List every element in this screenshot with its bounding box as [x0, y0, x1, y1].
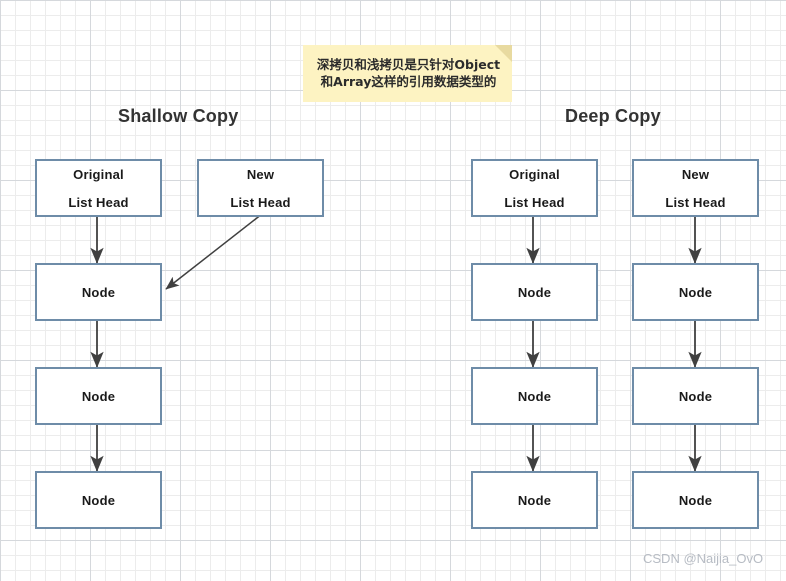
diagram-canvas: 深拷贝和浅拷贝是只针对Object 和Array这样的引用数据类型的 Shall…: [0, 0, 786, 581]
sticky-note-line-2: 和Array这样的引用数据类型的: [320, 74, 497, 89]
deep-original-node-1-label: Node: [517, 284, 552, 300]
deep-new-node-2-label: Node: [678, 388, 713, 404]
shallow-new-head-line-2: List Head: [230, 194, 291, 210]
deep-original-node-3-label: Node: [517, 492, 552, 508]
shallow-original-head-line-2: List Head: [68, 194, 129, 210]
section-title-deep-copy: Deep Copy: [565, 106, 661, 126]
shallow-original-head-line-1: Original: [73, 166, 124, 182]
deep-new-node-2: Node: [632, 367, 759, 425]
watermark: CSDN @Naijia_OvO: [643, 551, 764, 566]
deep-new-head-line-2: List Head: [665, 194, 726, 210]
deep-new-list-head-box: New List Head: [632, 159, 759, 217]
deep-new-head-line-1: New: [681, 166, 710, 182]
shallow-original-node-3: Node: [35, 471, 162, 529]
shallow-original-node-1-label: Node: [81, 284, 116, 300]
shallow-new-list-head-box: New List Head: [197, 159, 324, 217]
deep-original-node-2-label: Node: [517, 388, 552, 404]
deep-original-list-head-box: Original List Head: [471, 159, 598, 217]
deep-new-node-1: Node: [632, 263, 759, 321]
shallow-original-list-head-box: Original List Head: [35, 159, 162, 217]
sticky-note: 深拷贝和浅拷贝是只针对Object 和Array这样的引用数据类型的: [303, 45, 512, 102]
deep-new-node-3-label: Node: [678, 492, 713, 508]
shallow-original-node-3-label: Node: [81, 492, 116, 508]
deep-original-node-3: Node: [471, 471, 598, 529]
deep-new-node-3: Node: [632, 471, 759, 529]
section-title-shallow-copy: Shallow Copy: [118, 106, 239, 126]
shallow-new-head-line-1: New: [246, 166, 275, 182]
deep-original-head-line-1: Original: [509, 166, 560, 182]
arrow-shallow-new-head-to-shared-node: [165, 213, 263, 290]
deep-original-node-1: Node: [471, 263, 598, 321]
shallow-original-node-2: Node: [35, 367, 162, 425]
deep-original-head-line-2: List Head: [504, 194, 565, 210]
sticky-note-line-1: 深拷贝和浅拷贝是只针对Object: [316, 57, 501, 72]
shallow-original-node-1: Node: [35, 263, 162, 321]
deep-original-node-2: Node: [471, 367, 598, 425]
deep-new-node-1-label: Node: [678, 284, 713, 300]
shallow-original-node-2-label: Node: [81, 388, 116, 404]
